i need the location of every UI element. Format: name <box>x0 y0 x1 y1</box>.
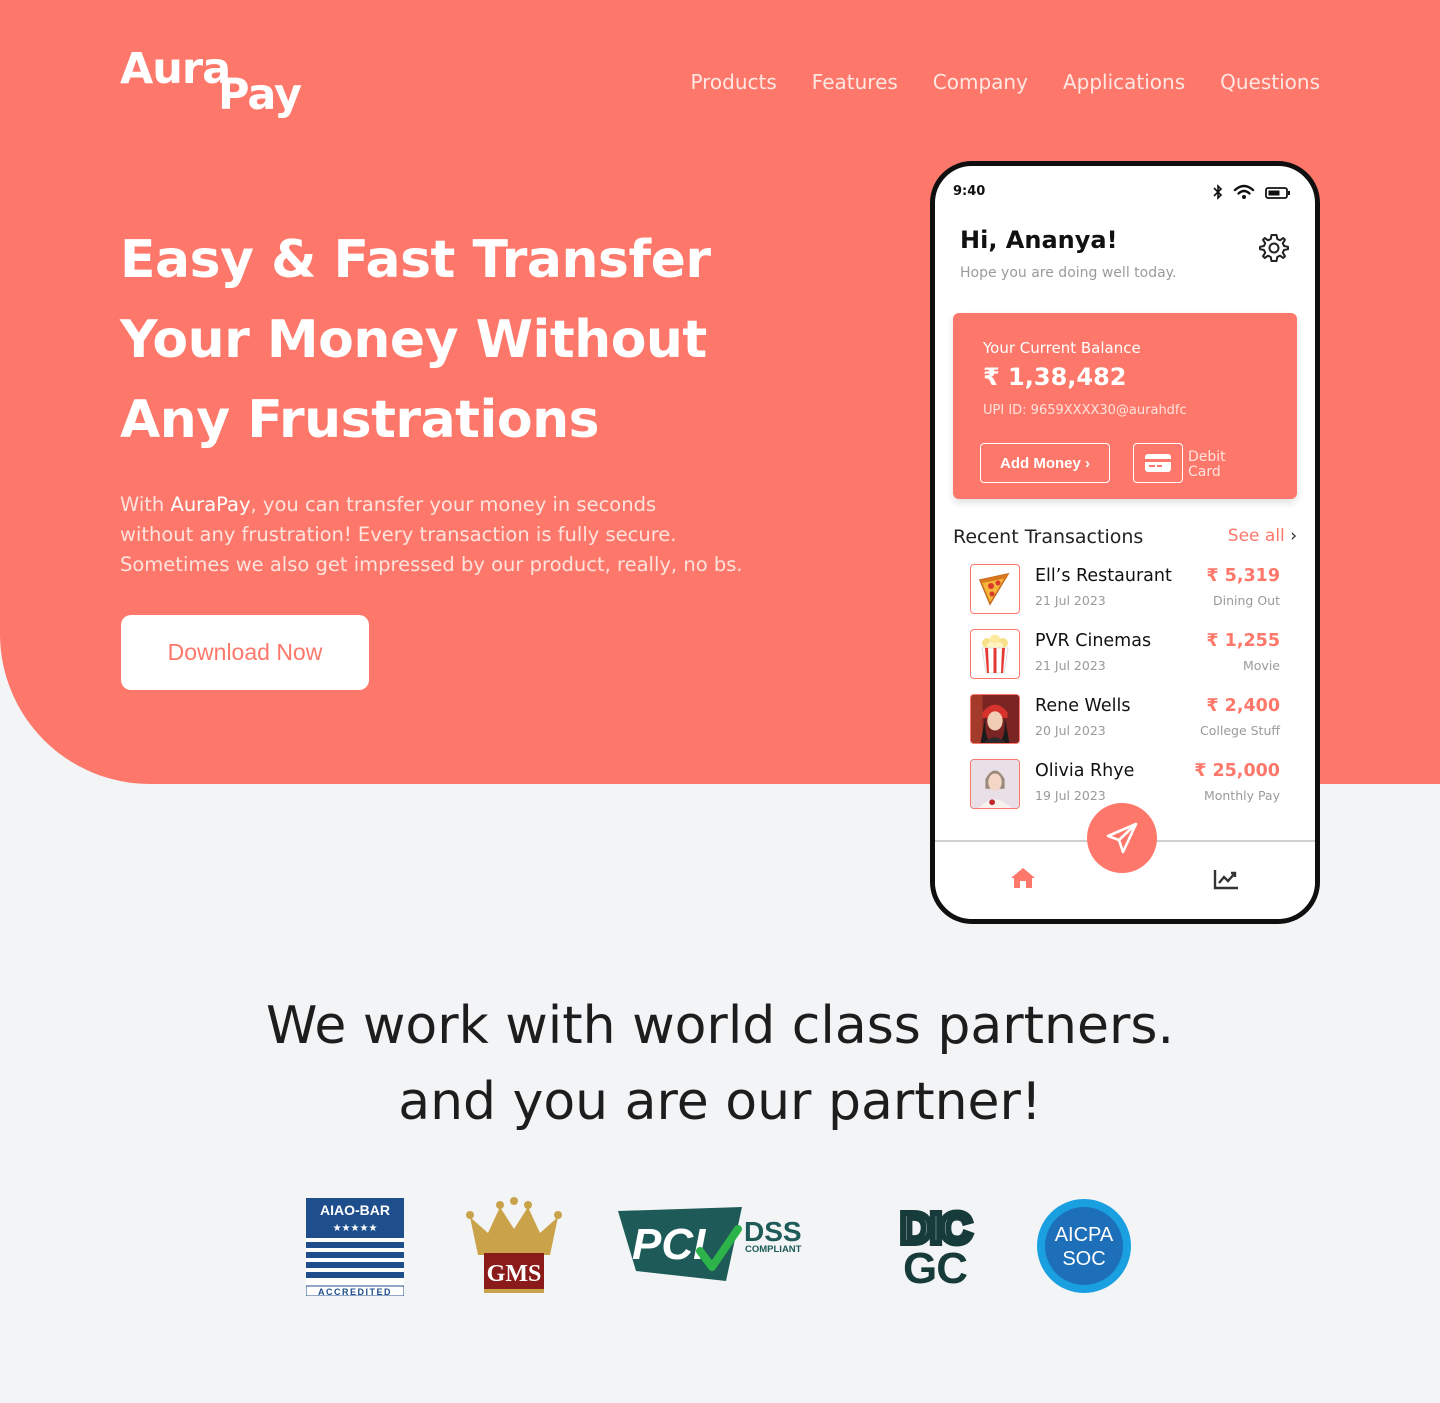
transaction-name: Olivia Rhye <box>1035 761 1135 781</box>
desc-line-1-rest: , you can transfer your money in seconds <box>250 493 657 516</box>
balance-amount: ₹ 1,38,482 <box>983 363 1127 391</box>
aurapay-logo[interactable]: Aura Pay <box>120 44 320 124</box>
svg-text:COMPLIANT: COMPLIANT <box>745 1244 802 1255</box>
send-money-button[interactable] <box>1087 803 1157 873</box>
aicpa-soc-logo: AICPA SOC <box>1036 1198 1132 1298</box>
transaction-date: 21 Jul 2023 <box>1035 593 1106 608</box>
partners-heading-line-2: and you are our partner! <box>398 1072 1042 1132</box>
logo-text-pay: Pay <box>218 70 302 120</box>
hero-description: With AuraPay, you can transfer your mone… <box>120 490 820 580</box>
status-time: 9:40 <box>953 184 986 199</box>
gms-logo: GMS <box>466 1197 562 1299</box>
home-icon[interactable] <box>1010 866 1036 894</box>
desc-line-3: Sometimes we also get impressed by our p… <box>120 553 743 576</box>
partners-heading: We work with world class partners. and y… <box>0 988 1440 1140</box>
chevron-right-icon: › <box>1290 526 1297 546</box>
desc-line-2: without any frustration! Every transacti… <box>120 523 677 546</box>
svg-text:SOC: SOC <box>1062 1248 1105 1270</box>
debit-card-icon[interactable] <box>1133 443 1183 483</box>
svg-text:★★★★★: ★★★★★ <box>333 1223 378 1234</box>
transaction-row[interactable]: Ell’s Restaurant 21 Jul 2023 ₹ 5,319 Din… <box>970 564 1280 616</box>
transaction-amount: ₹ 2,400 <box>1206 696 1280 716</box>
nav-features[interactable]: Features <box>812 70 898 94</box>
transaction-name: Ell’s Restaurant <box>1035 566 1172 586</box>
wifi-icon <box>1233 184 1255 204</box>
add-money-button[interactable]: Add Money › <box>980 443 1110 483</box>
popcorn-icon <box>970 629 1020 679</box>
avatar <box>970 759 1020 809</box>
upi-id: UPI ID: 9659XXXX30@aurahdfc <box>983 403 1187 418</box>
transaction-date: 21 Jul 2023 <box>1035 658 1106 673</box>
nav-products[interactable]: Products <box>690 70 776 94</box>
logo-text-aura: Aura <box>120 44 231 94</box>
dicgc-logo: DIC GC <box>890 1201 980 1293</box>
transaction-category: Movie <box>1243 658 1280 673</box>
greeting-subtitle: Hope you are doing well today. <box>960 265 1177 281</box>
top-nav: Products Features Company Applications Q… <box>690 70 1320 94</box>
gear-icon[interactable] <box>1258 232 1290 268</box>
transaction-name: PVR Cinemas <box>1035 631 1152 651</box>
bluetooth-icon <box>1213 184 1223 204</box>
pci-dss-logo: PCI DSS COMPLIANT <box>616 1205 816 1289</box>
nav-company[interactable]: Company <box>933 70 1028 94</box>
see-all-label: See all <box>1227 526 1285 546</box>
balance-label: Your Current Balance <box>983 339 1141 357</box>
svg-text:AIAO-BAR: AIAO-BAR <box>320 1202 390 1218</box>
debit-label-line-1: Debit <box>1188 449 1226 465</box>
debit-card-label[interactable]: Debit Card <box>1188 450 1248 480</box>
analytics-icon[interactable] <box>1213 868 1239 894</box>
headline-line-1: Easy & Fast Transfer <box>120 230 711 290</box>
transaction-date: 20 Jul 2023 <box>1035 723 1106 738</box>
recent-transactions-title: Recent Transactions <box>953 526 1144 548</box>
aiao-bar-logo: AIAO-BAR ★★★★★ ACCREDITED <box>305 1198 405 1300</box>
svg-text:GC: GC <box>903 1244 967 1287</box>
nav-questions[interactable]: Questions <box>1220 70 1320 94</box>
nav-applications[interactable]: Applications <box>1063 70 1185 94</box>
status-icons <box>1213 184 1291 204</box>
svg-text:ACCREDITED: ACCREDITED <box>318 1287 392 1296</box>
transaction-amount: ₹ 5,319 <box>1206 566 1280 586</box>
transaction-row[interactable]: Rene Wells 20 Jul 2023 ₹ 2,400 College S… <box>970 694 1280 746</box>
transaction-date: 19 Jul 2023 <box>1035 788 1106 803</box>
see-all-link[interactable]: See all › <box>1228 526 1297 546</box>
transaction-name: Rene Wells <box>1035 696 1131 716</box>
transaction-category: Monthly Pay <box>1203 788 1280 803</box>
svg-text:DSS: DSS <box>744 1216 802 1247</box>
hero-headline: Easy & Fast Transfer Your Money Without … <box>120 220 840 460</box>
transaction-amount: ₹ 1,255 <box>1206 631 1280 651</box>
avatar <box>970 694 1020 744</box>
svg-text:AICPA: AICPA <box>1055 1224 1114 1246</box>
transaction-amount: ₹ 25,000 <box>1194 761 1280 781</box>
partner-logos: AIAO-BAR ★★★★★ ACCREDITED GMS PCI DSS CO… <box>0 1195 1440 1305</box>
battery-icon <box>1265 185 1291 204</box>
download-now-button[interactable]: Download Now <box>121 615 369 690</box>
debit-label-line-2: Card <box>1188 464 1221 480</box>
desc-brand: AuraPay <box>170 493 251 516</box>
pizza-icon <box>970 564 1020 614</box>
transaction-category: Dining Out <box>1213 593 1280 608</box>
greeting-title: Hi, Ananya! <box>960 226 1118 254</box>
partners-heading-line-1: We work with world class partners. <box>265 996 1175 1056</box>
balance-card: Your Current Balance ₹ 1,38,482 UPI ID: … <box>953 313 1297 499</box>
transaction-row[interactable]: PVR Cinemas 21 Jul 2023 ₹ 1,255 Movie <box>970 629 1280 681</box>
desc-line-1: With AuraPay, you can transfer your mone… <box>120 490 820 520</box>
headline-line-2: Your Money Without <box>120 310 707 370</box>
paper-plane-icon <box>1106 822 1138 854</box>
transaction-category: College Stuff <box>1200 723 1280 738</box>
svg-text:PCI: PCI <box>632 1220 706 1269</box>
headline-line-3: Any Frustrations <box>120 390 600 450</box>
svg-text:GMS: GMS <box>487 1261 542 1287</box>
phone-mockup: 9:40 Hi, Ananya! Hope you are doing well… <box>930 161 1320 924</box>
desc-prefix: With <box>120 493 171 516</box>
